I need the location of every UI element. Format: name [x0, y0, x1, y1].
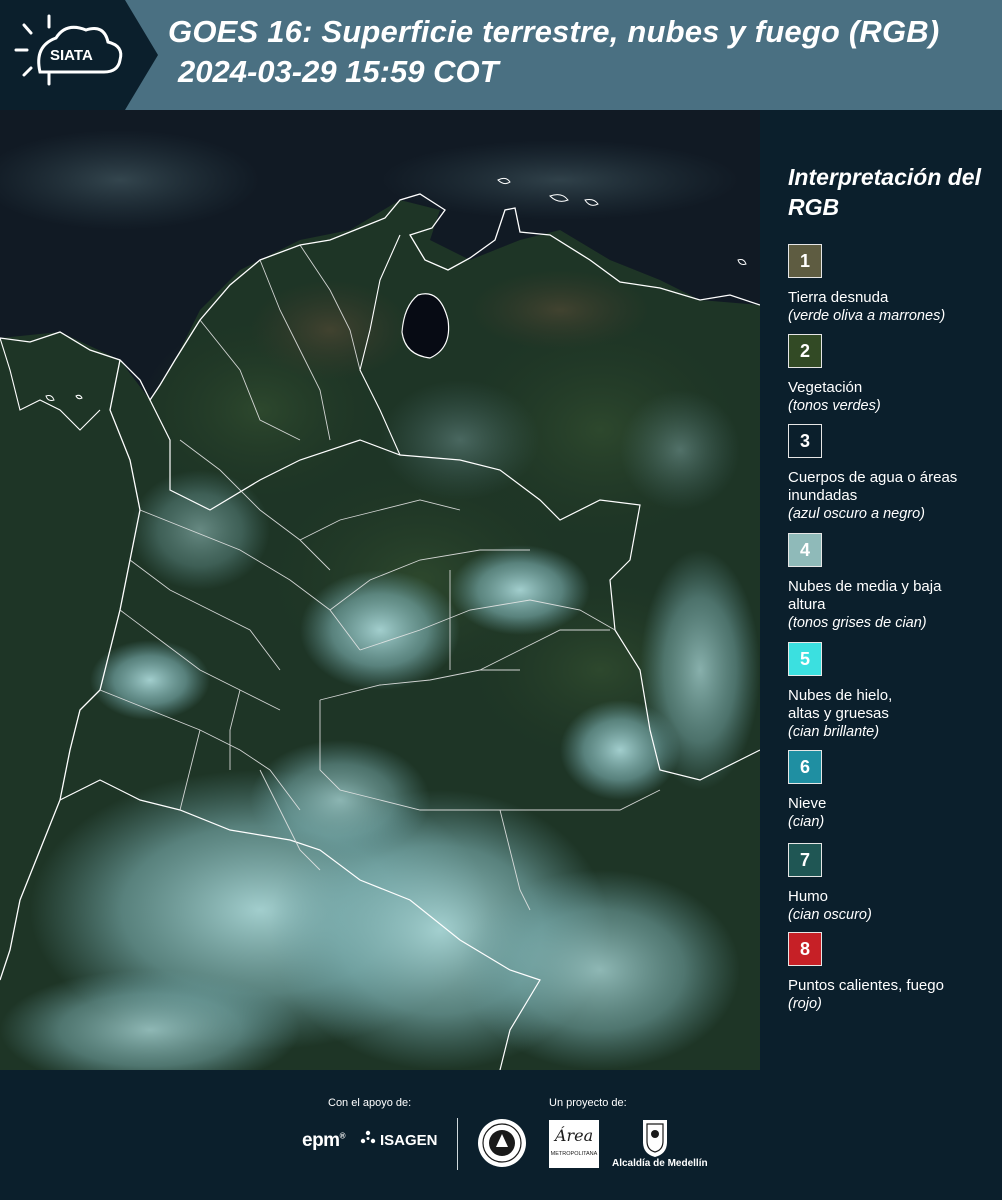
legend-title: Interpretación del RGB — [788, 164, 981, 220]
siata-logo: SIATA — [0, 0, 158, 110]
area-metropolitana-logo: Área METROPOLITANA — [549, 1120, 599, 1168]
legend-item-label: Humo — [788, 888, 829, 905]
epm-registered-mark: ® — [339, 1131, 346, 1141]
legend-item-vegetation: 2 Vegetación (tonos verdes) — [788, 334, 1002, 415]
legend-item-smoke: 7 Humo (cian oscuro) — [788, 843, 1002, 924]
epm-logo-text: epm — [302, 1130, 340, 1151]
area-logo-word: Área — [554, 1126, 594, 1145]
legend-item-snow: 6 Nieve (cian) — [788, 750, 1002, 831]
rgb-legend: Interpretación del RGB 1 Tierra desnuda … — [760, 110, 1002, 1070]
project-caption: Un proyecto de: — [549, 1097, 627, 1109]
alcaldia-shield-icon — [640, 1118, 670, 1163]
legend-item-label: Nubes de media y baja altura — [788, 578, 942, 613]
siata-logo-text: SIATA — [50, 47, 93, 64]
footer: Con el apoyo de: Un proyecto de: epm® IS… — [0, 1070, 1002, 1200]
legend-swatch: 1 — [788, 244, 822, 278]
legend-item-label: Cuerpos de agua o áreas inundadas — [788, 469, 958, 504]
epm-logo: epm® — [302, 1130, 346, 1152]
legend-item-desc: (rojo) — [788, 996, 822, 1012]
legend-item-fire: 8 Puntos calientes, fuego (rojo) — [788, 932, 1002, 1013]
satellite-map-image — [0, 110, 760, 1070]
legend-swatch: 4 — [788, 533, 822, 567]
legend-item-label: Puntos calientes, fuego — [788, 977, 944, 994]
header-bar: SIATA GOES 16: Superficie terrestre, nub… — [0, 0, 1002, 110]
legend-item-mid-low-clouds: 4 Nubes de media y baja altura (tonos gr… — [788, 533, 1002, 632]
legend-swatch: 8 — [788, 932, 822, 966]
legend-swatch: 2 — [788, 334, 822, 368]
satellite-map — [0, 110, 760, 1070]
footer-divider — [457, 1118, 458, 1170]
legend-item-desc: (cian) — [788, 814, 825, 830]
legend-item-desc: (tonos grises de cian) — [788, 615, 927, 631]
legend-item-desc: (cian brillante) — [788, 724, 880, 740]
isagen-logo-text: ISAGEN — [380, 1131, 438, 1149]
alcaldia-name: Alcaldía de Medellín — [612, 1158, 708, 1169]
legend-item-label: Vegetación — [788, 379, 863, 396]
legend-item-bare-land: 1 Tierra desnuda (verde oliva a marrones… — [788, 244, 1002, 325]
isagen-logo: ISAGEN — [360, 1130, 438, 1150]
university-seal-icon — [476, 1117, 528, 1174]
legend-item-desc: (cian oscuro) — [788, 907, 872, 923]
page-title: GOES 16: Superficie terrestre, nubes y f… — [168, 14, 940, 49]
legend-item-label: Nieve — [788, 795, 827, 812]
isagen-icon — [360, 1130, 376, 1150]
legend-item-ice-clouds: 5 Nubes de hielo, altas y gruesas (cian … — [788, 642, 1002, 741]
legend-swatch: 7 — [788, 843, 822, 877]
legend-swatch: 3 — [788, 424, 822, 458]
legend-item-label: Tierra desnuda — [788, 289, 889, 306]
area-logo-subtext: METROPOLITANA — [550, 1151, 598, 1157]
legend-item-desc: (verde oliva a marrones) — [788, 308, 946, 324]
legend-item-water: 3 Cuerpos de agua o áreas inundadas (azu… — [788, 424, 1002, 523]
legend-swatch: 6 — [788, 750, 822, 784]
legend-swatch: 5 — [788, 642, 822, 676]
legend-item-desc: (tonos verdes) — [788, 398, 881, 414]
legend-item-desc: (azul oscuro a negro) — [788, 506, 926, 522]
legend-item-label: Nubes de hielo, altas y gruesas — [788, 687, 893, 722]
image-datetime: 2024-03-29 15:59 COT — [178, 54, 499, 89]
support-caption: Con el apoyo de: — [328, 1097, 412, 1109]
